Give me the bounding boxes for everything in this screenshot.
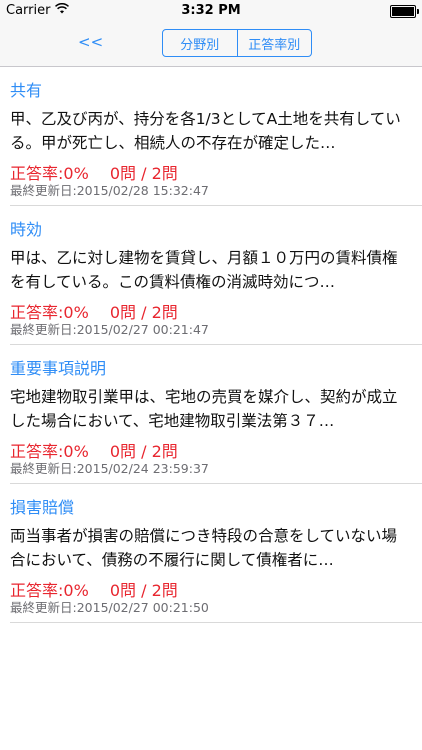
list-item[interactable]: 共有 甲、乙及び丙が、持分を各1/3としてA土地を共有している。甲が死亡し、相続… xyxy=(10,67,422,206)
nav-bar: << 分野別 正答率別 xyxy=(0,22,422,67)
item-question-text: 甲は、乙に対し建物を賃貸し、月額１０万円の賃料債権を有している。この賃料債権の消… xyxy=(10,249,398,291)
status-bar: Carrier 3:32 PM xyxy=(0,0,422,22)
battery-icon xyxy=(390,5,419,18)
item-updated: 最終更新日:2015/02/28 15:32:47 xyxy=(10,183,209,198)
segmented-control: 分野別 正答率別 xyxy=(162,29,312,57)
item-title: 時効 xyxy=(10,220,43,239)
item-updated: 最終更新日:2015/02/27 00:21:50 xyxy=(10,600,209,615)
item-question-text: 甲、乙及び丙が、持分を各1/3としてA土地を共有している。甲が死亡し、相続人の不… xyxy=(10,110,401,152)
item-question-text: 宅地建物取引業甲は、宅地の売買を媒介し、契約が成立した場合において、宅地建物取引… xyxy=(10,388,398,430)
topic-list: 共有 甲、乙及び丙が、持分を各1/3としてA土地を共有している。甲が死亡し、相続… xyxy=(0,67,422,623)
back-button[interactable]: << xyxy=(78,33,103,51)
item-title: 損害賠償 xyxy=(10,498,75,517)
status-time: 3:32 PM xyxy=(181,3,241,18)
item-updated: 最終更新日:2015/02/27 00:21:47 xyxy=(10,322,209,337)
item-updated: 最終更新日:2015/02/24 23:59:37 xyxy=(10,461,209,476)
item-title: 共有 xyxy=(10,81,43,100)
list-item[interactable]: 重要事項説明 宅地建物取引業甲は、宅地の売買を媒介し、契約が成立した場合において… xyxy=(10,345,422,484)
list-item[interactable]: 時効 甲は、乙に対し建物を賃貸し、月額１０万円の賃料債権を有している。この賃料債… xyxy=(10,206,422,345)
item-question-text: 両当事者が損害の賠償につき特段の合意をしていない場合において、債務の不履行に関し… xyxy=(10,527,398,569)
segment-by-field[interactable]: 分野別 xyxy=(163,30,237,56)
item-title: 重要事項説明 xyxy=(10,359,107,378)
segment-by-accuracy[interactable]: 正答率別 xyxy=(236,30,312,56)
list-item[interactable]: 損害賠償 両当事者が損害の賠償につき特段の合意をしていない場合において、債務の不… xyxy=(10,484,422,623)
